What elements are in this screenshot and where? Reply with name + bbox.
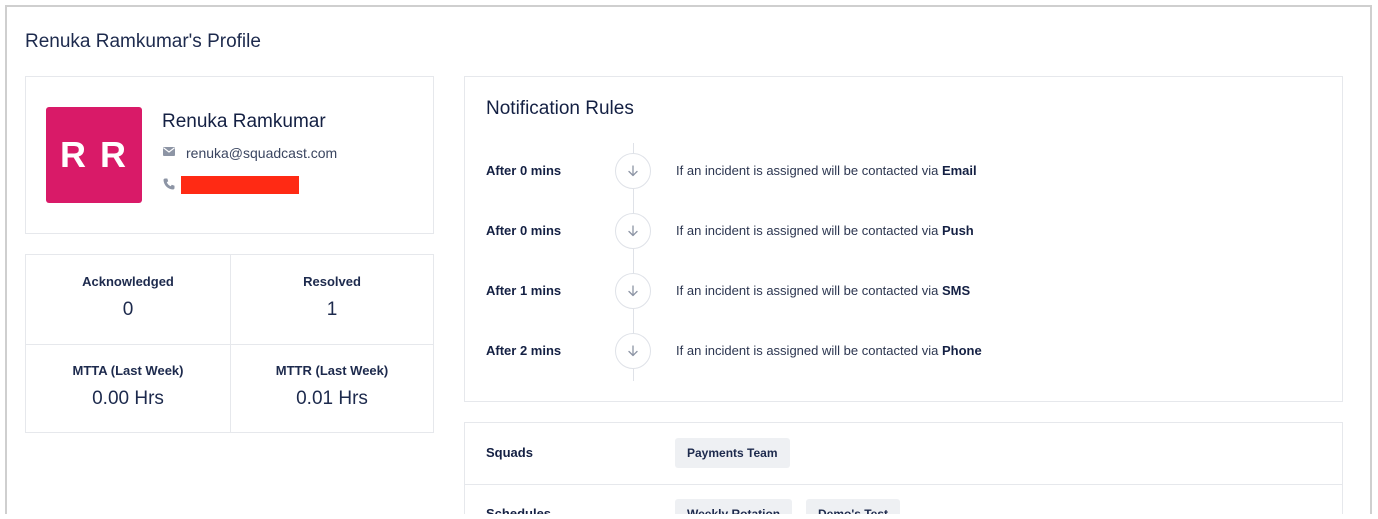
rule-channel: Email bbox=[941, 163, 977, 178]
squads-label: Squads bbox=[486, 445, 533, 460]
phone-row bbox=[162, 176, 299, 194]
stat-mtta: MTTA (Last Week) 0.00 Hrs bbox=[26, 344, 230, 433]
stat-label: Acknowledged bbox=[82, 274, 174, 289]
schedule-chip[interactable]: Demo's Test bbox=[806, 499, 900, 514]
rule-text: If an incident is assigned will be conta… bbox=[676, 283, 971, 298]
stat-value: 0 bbox=[122, 299, 134, 320]
squad-chip[interactable]: Payments Team bbox=[675, 438, 790, 468]
phone-redacted bbox=[181, 176, 299, 194]
rule-delay: After 1 mins bbox=[486, 283, 562, 298]
stat-label: Resolved bbox=[303, 274, 361, 289]
arrow-down-icon bbox=[615, 213, 651, 249]
stat-resolved: Resolved 1 bbox=[230, 255, 434, 344]
avatar: R R bbox=[46, 107, 142, 203]
notification-rule: After 2 mins If an incident is assigned … bbox=[465, 331, 1342, 371]
rule-delay: After 0 mins bbox=[486, 223, 562, 238]
notification-rule: After 1 mins If an incident is assigned … bbox=[465, 271, 1342, 311]
email-text: renuka@squadcast.com bbox=[186, 144, 338, 161]
stat-acknowledged: Acknowledged 0 bbox=[26, 255, 230, 344]
schedules-label: Schedules bbox=[486, 506, 552, 514]
phone-icon bbox=[162, 177, 176, 194]
notification-rules-title: Notification Rules bbox=[486, 98, 634, 119]
arrow-down-icon bbox=[615, 273, 651, 309]
arrow-down-icon bbox=[615, 153, 651, 189]
stats-card: Acknowledged 0 Resolved 1 MTTA (Last Wee… bbox=[25, 254, 434, 433]
membership-card: Squads Payments Team Schedules Weekly Ro… bbox=[464, 422, 1343, 514]
envelope-icon bbox=[162, 144, 176, 161]
stat-value: 0.01 Hrs bbox=[296, 388, 368, 409]
arrow-down-icon bbox=[615, 333, 651, 369]
rule-text: If an incident is assigned will be conta… bbox=[676, 163, 977, 178]
email-row: renuka@squadcast.com bbox=[162, 144, 337, 161]
profile-page: Renuka Ramkumar's Profile R R Renuka Ram… bbox=[5, 5, 1372, 514]
rule-delay: After 0 mins bbox=[486, 163, 562, 178]
rule-text: If an incident is assigned will be conta… bbox=[676, 343, 982, 358]
rule-delay: After 2 mins bbox=[486, 343, 562, 358]
rule-text: If an incident is assigned will be conta… bbox=[676, 223, 974, 238]
rule-channel: SMS bbox=[941, 283, 971, 298]
notification-rules-card: Notification Rules After 0 mins If an in… bbox=[464, 76, 1343, 402]
user-name: Renuka Ramkumar bbox=[162, 111, 326, 132]
rule-channel: Push bbox=[941, 223, 974, 238]
rule-channel: Phone bbox=[941, 343, 982, 358]
schedule-chip[interactable]: Weekly Rotation bbox=[675, 499, 793, 514]
page-title: Renuka Ramkumar's Profile bbox=[25, 31, 261, 52]
stat-value: 1 bbox=[326, 299, 338, 320]
stat-value: 0.00 Hrs bbox=[92, 388, 164, 409]
stat-label: MTTA (Last Week) bbox=[72, 363, 184, 378]
row-divider bbox=[465, 484, 1342, 485]
stat-mttr: MTTR (Last Week) 0.01 Hrs bbox=[230, 344, 434, 433]
profile-card: R R Renuka Ramkumar renuka@squadcast.com bbox=[25, 76, 434, 234]
stat-label: MTTR (Last Week) bbox=[275, 363, 389, 378]
notification-rule: After 0 mins If an incident is assigned … bbox=[465, 151, 1342, 191]
notification-rule: After 0 mins If an incident is assigned … bbox=[465, 211, 1342, 251]
